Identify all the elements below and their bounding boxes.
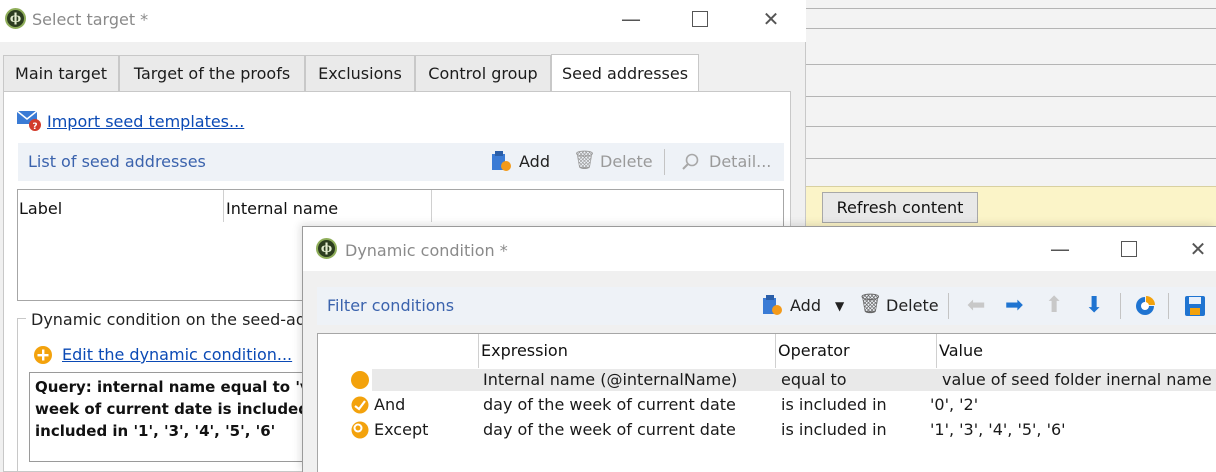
- move-left-icon[interactable]: ⬅: [967, 295, 985, 317]
- tab-seed-addresses[interactable]: Seed addresses: [551, 54, 699, 91]
- move-right-icon[interactable]: ➡: [1005, 295, 1023, 317]
- import-seed-templates-link[interactable]: Import seed templates...: [47, 112, 244, 131]
- maximize-icon[interactable]: [692, 11, 708, 27]
- column-header-internal-name[interactable]: Internal name: [226, 199, 338, 218]
- add-seed-button[interactable]: Add: [519, 151, 550, 173]
- row-value[interactable]: value of seed folder inernal name: [942, 370, 1212, 389]
- row-operator[interactable]: is included in: [781, 420, 887, 439]
- column-header-operator[interactable]: Operator: [778, 341, 850, 360]
- row-operator[interactable]: is included in: [781, 395, 887, 414]
- row-expression[interactable]: day of the week of current date: [483, 420, 736, 439]
- save-icon[interactable]: [1183, 294, 1207, 318]
- dynamic-condition-group-label: Dynamic condition on the seed-ad: [26, 310, 311, 329]
- column-divider: [936, 334, 937, 368]
- app-logo-icon: ϕ: [5, 8, 26, 29]
- window-title: Dynamic condition *: [345, 241, 508, 260]
- add-condition-icon: [763, 295, 782, 315]
- maximize-icon[interactable]: [1121, 241, 1137, 257]
- dynamic-condition-titlebar: ϕ Dynamic condition * — ✕: [303, 227, 1216, 271]
- edit-condition-icon: [34, 346, 52, 364]
- query-line: included in '1', '3', '4', '5', '6': [35, 422, 276, 440]
- distribution-icon[interactable]: [1133, 294, 1157, 318]
- select-target-titlebar: ϕ Select target * — ✕: [0, 0, 806, 42]
- query-line: week of current date is included: [35, 400, 309, 418]
- column-divider: [775, 334, 776, 368]
- tab-exclusions[interactable]: Exclusions: [305, 55, 415, 91]
- trash-icon: 🗑: [858, 293, 883, 315]
- toolbar-separator: [1168, 293, 1169, 319]
- column-divider: [431, 190, 432, 222]
- toolbar-separator: [1120, 293, 1121, 319]
- seed-list-toolbar: List of seed addresses Add 🗑 Delete Deta…: [18, 143, 784, 181]
- background-divider: [806, 126, 1216, 127]
- dynamic-condition-window: ϕ Dynamic condition * — ✕ Filter conditi…: [302, 226, 1216, 472]
- window-title: Select target *: [32, 10, 149, 29]
- row-value[interactable]: '0', '2': [930, 395, 978, 414]
- row-value[interactable]: '1', '3', '4', '5', '6': [930, 420, 1066, 439]
- refresh-content-button[interactable]: Refresh content: [822, 192, 978, 223]
- background-divider: [806, 28, 1216, 29]
- delete-seed-button[interactable]: Delete: [600, 151, 653, 173]
- row-expression[interactable]: Internal name (@internalName): [483, 370, 737, 389]
- svg-text:?: ?: [32, 122, 37, 132]
- import-seed-icon: ?: [16, 110, 41, 132]
- move-down-icon[interactable]: ⬇: [1085, 295, 1103, 317]
- close-icon[interactable]: ✕: [756, 4, 786, 34]
- move-up-icon[interactable]: ⬆: [1045, 295, 1063, 317]
- background-divider: [806, 64, 1216, 65]
- tab-target-of-proofs[interactable]: Target of the proofs: [119, 55, 305, 91]
- column-divider: [223, 190, 224, 222]
- query-line: Query: internal name equal to 'v: [35, 378, 310, 396]
- minimize-icon[interactable]: —: [1045, 234, 1075, 264]
- background-divider: [806, 158, 1216, 159]
- tab-main-target[interactable]: Main target: [3, 55, 119, 91]
- column-header-label[interactable]: Label: [19, 199, 62, 218]
- and-icon: [351, 396, 369, 414]
- column-header-value[interactable]: Value: [939, 341, 983, 360]
- row-logic: Except: [374, 420, 429, 439]
- delete-condition-button[interactable]: Delete: [886, 295, 939, 317]
- minimize-icon[interactable]: —: [616, 4, 646, 34]
- seed-list-title: List of seed addresses: [28, 152, 206, 171]
- detail-seed-button[interactable]: Detail...: [709, 151, 771, 173]
- row-operator[interactable]: equal to: [781, 370, 847, 389]
- toolbar-separator: [948, 293, 949, 319]
- background-divider: [806, 8, 1216, 9]
- column-header-expression[interactable]: Expression: [481, 341, 568, 360]
- close-icon[interactable]: ✕: [1183, 234, 1213, 264]
- filter-conditions-toolbar: Filter conditions Add ▼ 🗑 Delete ⬅ ➡ ⬆ ⬇: [317, 287, 1216, 325]
- add-condition-button[interactable]: Add: [790, 295, 821, 317]
- row-expression[interactable]: day of the week of current date: [483, 395, 736, 414]
- edit-dynamic-condition-link[interactable]: Edit the dynamic condition...: [62, 345, 292, 364]
- tab-control-group[interactable]: Control group: [415, 55, 551, 91]
- row-logic: And: [374, 395, 406, 414]
- dropdown-arrow-icon[interactable]: ▼: [835, 295, 844, 317]
- magnifier-icon: [682, 153, 699, 170]
- app-logo-icon: ϕ: [316, 238, 337, 259]
- trash-icon: 🗑: [573, 150, 596, 171]
- column-divider: [478, 334, 479, 368]
- filter-conditions-title: Filter conditions: [327, 296, 455, 315]
- toolbar-separator: [664, 149, 665, 175]
- conditions-grid[interactable]: Expression Operator Value Internal name …: [317, 333, 1216, 472]
- except-icon: [351, 421, 369, 439]
- query-summary: Query: internal name equal to 'v week of…: [29, 372, 319, 462]
- background-divider: [806, 96, 1216, 97]
- add-icon: [492, 151, 511, 171]
- condition-dot-icon: [351, 371, 369, 389]
